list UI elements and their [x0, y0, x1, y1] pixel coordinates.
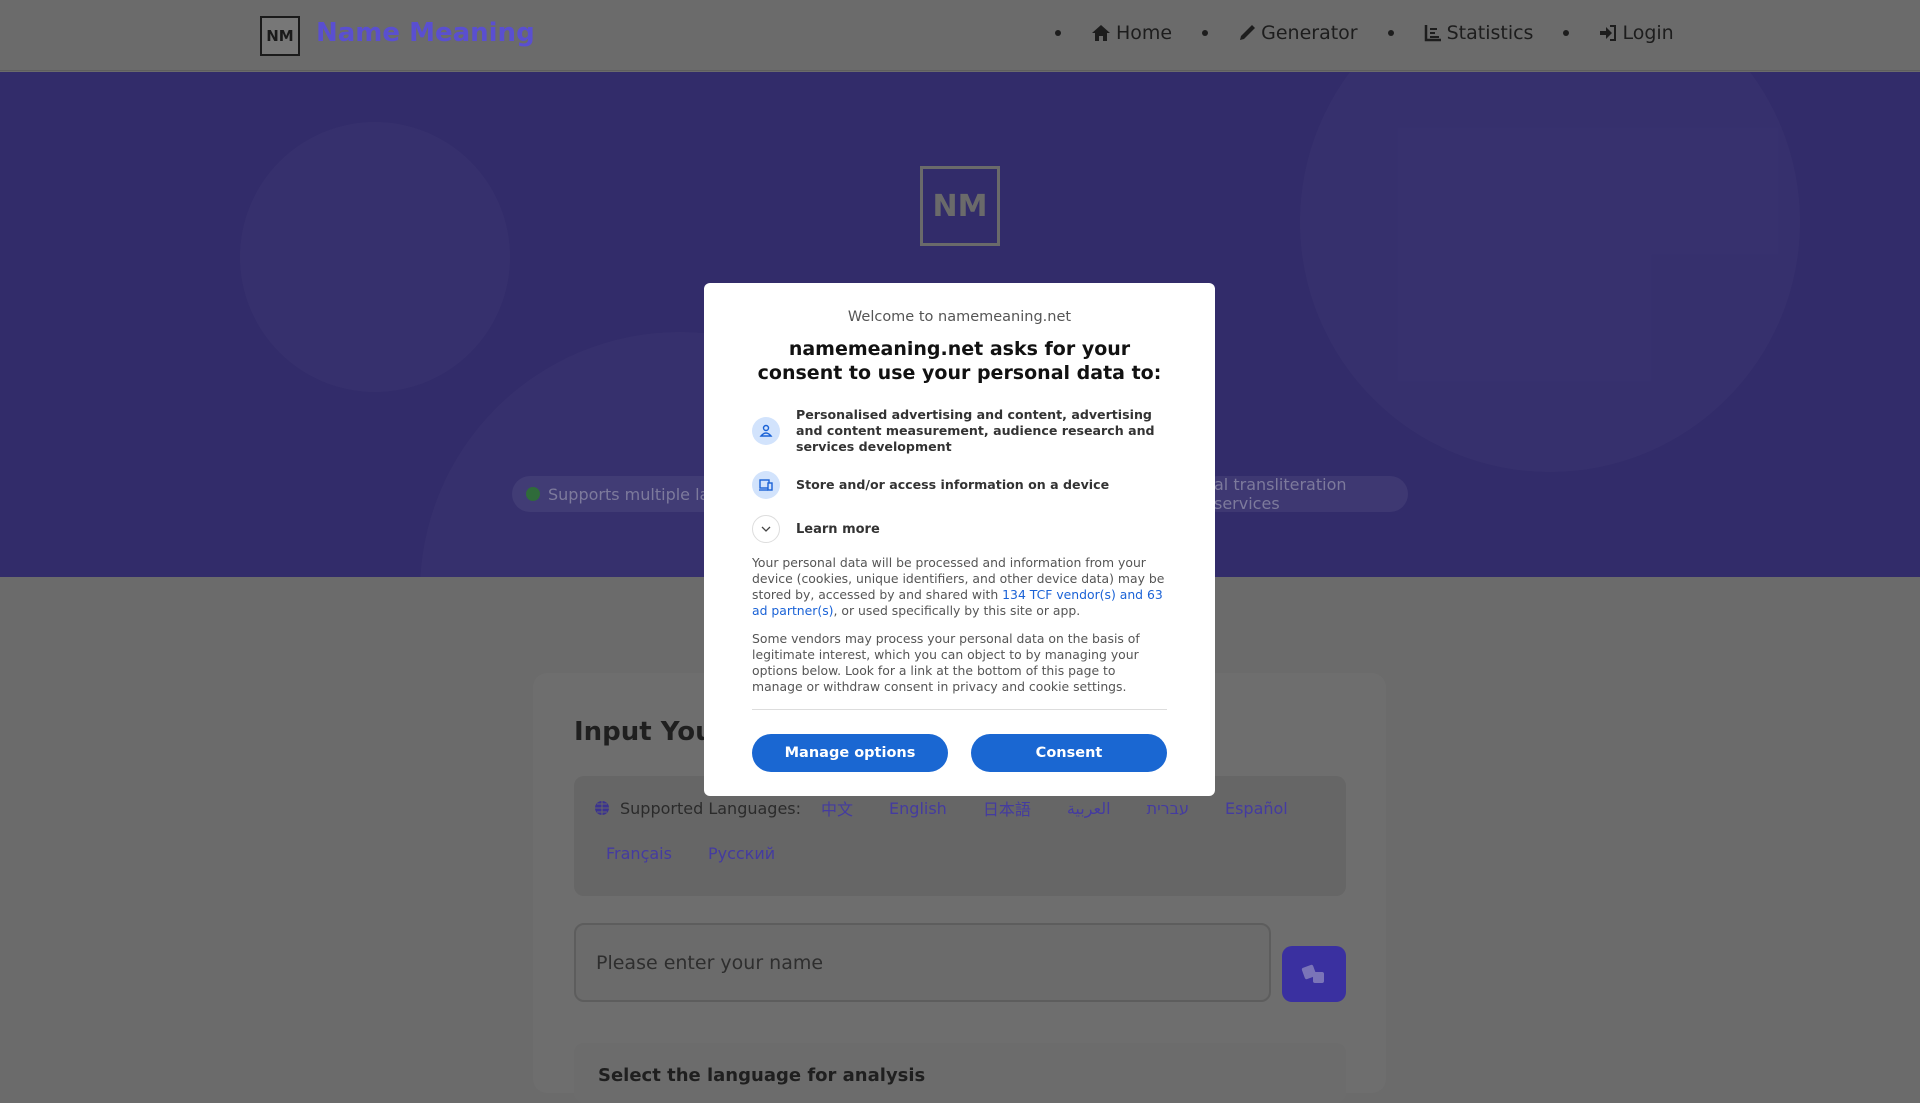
purpose-text: Store and/or access information on a dev… — [796, 477, 1110, 492]
random-name-button[interactable] — [1282, 946, 1346, 1002]
nav-item-generator[interactable]: Generator — [1238, 22, 1358, 44]
consent-dialog: Welcome to namemeaning.net namemeaning.n… — [704, 283, 1215, 796]
decor-circle — [1300, 72, 1800, 472]
lang-japanese[interactable]: 日本語 — [983, 796, 1031, 820]
select-title: Select the language for analysis — [598, 1065, 926, 1086]
consent-paragraph: Your personal data will be processed and… — [752, 555, 1167, 619]
manage-options-button[interactable]: Manage options — [752, 734, 948, 772]
lang-chinese[interactable]: 中文 — [821, 796, 853, 820]
purpose-text: Personalised advertising and content, ad… — [796, 407, 1155, 454]
check-icon — [526, 487, 540, 501]
nav-bullet — [1387, 30, 1394, 36]
lang-french[interactable]: Français — [606, 844, 672, 863]
language-select-section: Select the language for analysis — [574, 1043, 1346, 1103]
lang-russian[interactable]: Русский — [708, 844, 775, 863]
chart-icon — [1424, 25, 1441, 42]
consent-button[interactable]: Consent — [971, 734, 1167, 772]
nav-item-login[interactable]: Login — [1599, 22, 1674, 44]
nav-bullet — [1563, 30, 1570, 36]
purpose-item: Personalised advertising and content, ad… — [752, 407, 1167, 455]
brand-name[interactable]: Name Meaning — [316, 18, 535, 48]
lang-spanish[interactable]: Español — [1225, 799, 1288, 818]
nav-menu: Home Generator Statistics Login — [1055, 22, 1704, 44]
consent-welcome: Welcome to namemeaning.net — [847, 309, 1072, 325]
nav-bullet — [1202, 30, 1209, 36]
languages-label-text: Supported Languages: — [620, 798, 802, 818]
badge-text: Supports multiple lan — [548, 484, 720, 504]
purpose-item: Store and/or access information on a dev… — [752, 471, 1167, 499]
nav-bullet — [1055, 30, 1061, 36]
decor-circle — [240, 122, 510, 392]
feature-badge: Supports multiple lan — [512, 476, 734, 512]
person-icon — [752, 417, 780, 445]
nav-item-statistics[interactable]: Statistics — [1424, 22, 1534, 44]
pencil-icon — [1240, 25, 1256, 40]
nav-item-home[interactable]: Home — [1091, 22, 1172, 44]
nav-label: Generator — [1261, 22, 1358, 44]
lang-english[interactable]: English — [889, 799, 947, 818]
consent-paragraph: Some vendors may process your personal d… — [752, 631, 1140, 694]
divider — [752, 709, 1167, 710]
login-icon — [1600, 25, 1617, 41]
dice-icon — [1301, 964, 1324, 983]
learn-more-label: Learn more — [796, 521, 880, 537]
hero-logo: NM — [920, 166, 1000, 246]
name-input[interactable] — [574, 923, 1271, 1002]
languages-label: Supported Languages: — [594, 799, 801, 818]
nav-label: Home — [1116, 22, 1173, 44]
badge-text: al transliteration services — [1214, 475, 1347, 513]
logo[interactable]: NM — [260, 16, 300, 56]
nav-label: Statistics — [1446, 22, 1534, 44]
learn-more-toggle[interactable]: Learn more — [752, 515, 1167, 543]
consent-title: namemeaning.net asks for your consent to… — [757, 338, 1162, 384]
feature-badge: al transliteration services — [1200, 475, 1408, 513]
home-icon — [1092, 25, 1110, 41]
globe-icon — [595, 801, 609, 815]
lang-arabic[interactable]: العربية — [1067, 799, 1111, 818]
device-icon — [752, 471, 780, 499]
chevron-down-icon — [752, 515, 780, 543]
navbar: NM Name Meaning Home Generator Statistic… — [0, 0, 1920, 71]
lang-hebrew[interactable]: עברית — [1147, 799, 1189, 818]
para-text: , or used specifically by this site or a… — [833, 603, 1081, 618]
nav-label: Login — [1622, 22, 1674, 44]
